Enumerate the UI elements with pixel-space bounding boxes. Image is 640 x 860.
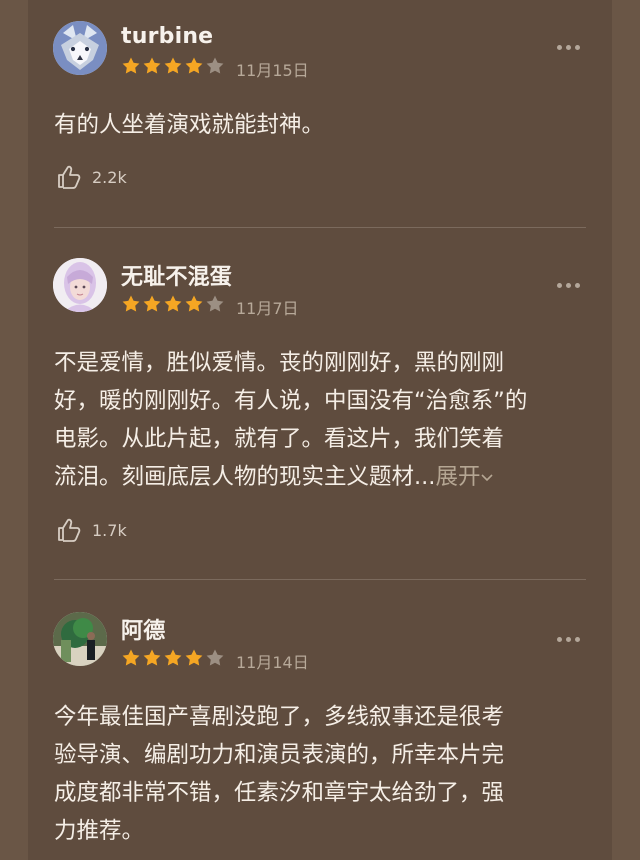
review-date: 11月7日 (236, 299, 299, 318)
like-count: 1.7k (92, 520, 127, 540)
review-text: 不是爱情，胜似爱情。丧的刚刚好，黑的刚刚 好，暖的刚刚好。有人说，中国没有“治愈… (54, 344, 592, 496)
reviewer-name[interactable]: 无耻不混蛋 (121, 259, 232, 291)
street-avatar[interactable] (53, 612, 107, 666)
thumb-up-icon (58, 165, 81, 189)
like-button[interactable]: 2.2k (56, 163, 127, 191)
star-icon (122, 295, 140, 312)
more-dot-icon (566, 45, 571, 50)
more-dot-icon (557, 45, 562, 50)
review-date: 11月15日 (236, 61, 309, 80)
more-options-button[interactable] (557, 45, 580, 50)
review-item: turbine 11月15日 有的人坐着演戏就能封神。 2.2k (28, 0, 612, 228)
expand-label: 展开 (435, 464, 481, 490)
star-icon (206, 295, 224, 312)
star-icon (143, 57, 161, 74)
review-feed: turbine 11月15日 有的人坐着演戏就能封神。 2.2k 无耻不混蛋 1… (0, 0, 640, 860)
rating-stars (121, 56, 225, 76)
more-dot-icon (575, 45, 580, 50)
rating-stars (121, 648, 225, 668)
more-dot-icon (575, 283, 580, 288)
review-item: 无耻不混蛋 11月7日 不是爱情，胜似爱情。丧的刚刚好，黑的刚刚 好，暖的刚刚好… (28, 228, 612, 580)
star-icon (185, 295, 203, 312)
star-icon (164, 295, 182, 312)
review-list: turbine 11月15日 有的人坐着演戏就能封神。 2.2k 无耻不混蛋 1… (28, 0, 612, 860)
star-icon (185, 649, 203, 666)
like-count: 2.2k (92, 167, 127, 187)
star-icon (185, 57, 203, 74)
more-dot-icon (557, 637, 562, 642)
star-icon (143, 295, 161, 312)
star-icon (164, 649, 182, 666)
reviewer-name[interactable]: turbine (121, 24, 213, 49)
more-options-button[interactable] (557, 283, 580, 288)
rating-stars (121, 294, 225, 314)
star-icon (206, 649, 224, 666)
wolf-avatar[interactable] (53, 21, 107, 75)
review-item: 阿德 11月14日 今年最佳国产喜剧没跑了，多线叙事还是很考 验导演、编剧功力和… (28, 580, 612, 860)
star-icon (164, 57, 182, 74)
star-icon (143, 649, 161, 666)
like-button[interactable]: 1.7k (56, 516, 127, 544)
girl-avatar[interactable] (53, 258, 107, 312)
more-options-button[interactable] (557, 637, 580, 642)
star-icon (122, 57, 140, 74)
review-date: 11月14日 (236, 653, 309, 672)
more-dot-icon (566, 283, 571, 288)
thumb-up-icon (58, 518, 81, 542)
more-dot-icon (575, 637, 580, 642)
star-icon (206, 57, 224, 74)
star-icon (122, 649, 140, 666)
chevron-down-icon (481, 474, 494, 482)
expand-link[interactable]: 展开 (435, 464, 494, 490)
review-text: 有的人坐着演戏就能封神。 (54, 112, 325, 138)
more-dot-icon (566, 637, 571, 642)
review-text: 今年最佳国产喜剧没跑了，多线叙事还是很考 验导演、编剧功力和演员表演的，所幸本片… (54, 704, 505, 844)
left-margin (0, 0, 28, 860)
right-margin (612, 0, 640, 860)
reviewer-name[interactable]: 阿德 (121, 613, 165, 645)
more-dot-icon (557, 283, 562, 288)
